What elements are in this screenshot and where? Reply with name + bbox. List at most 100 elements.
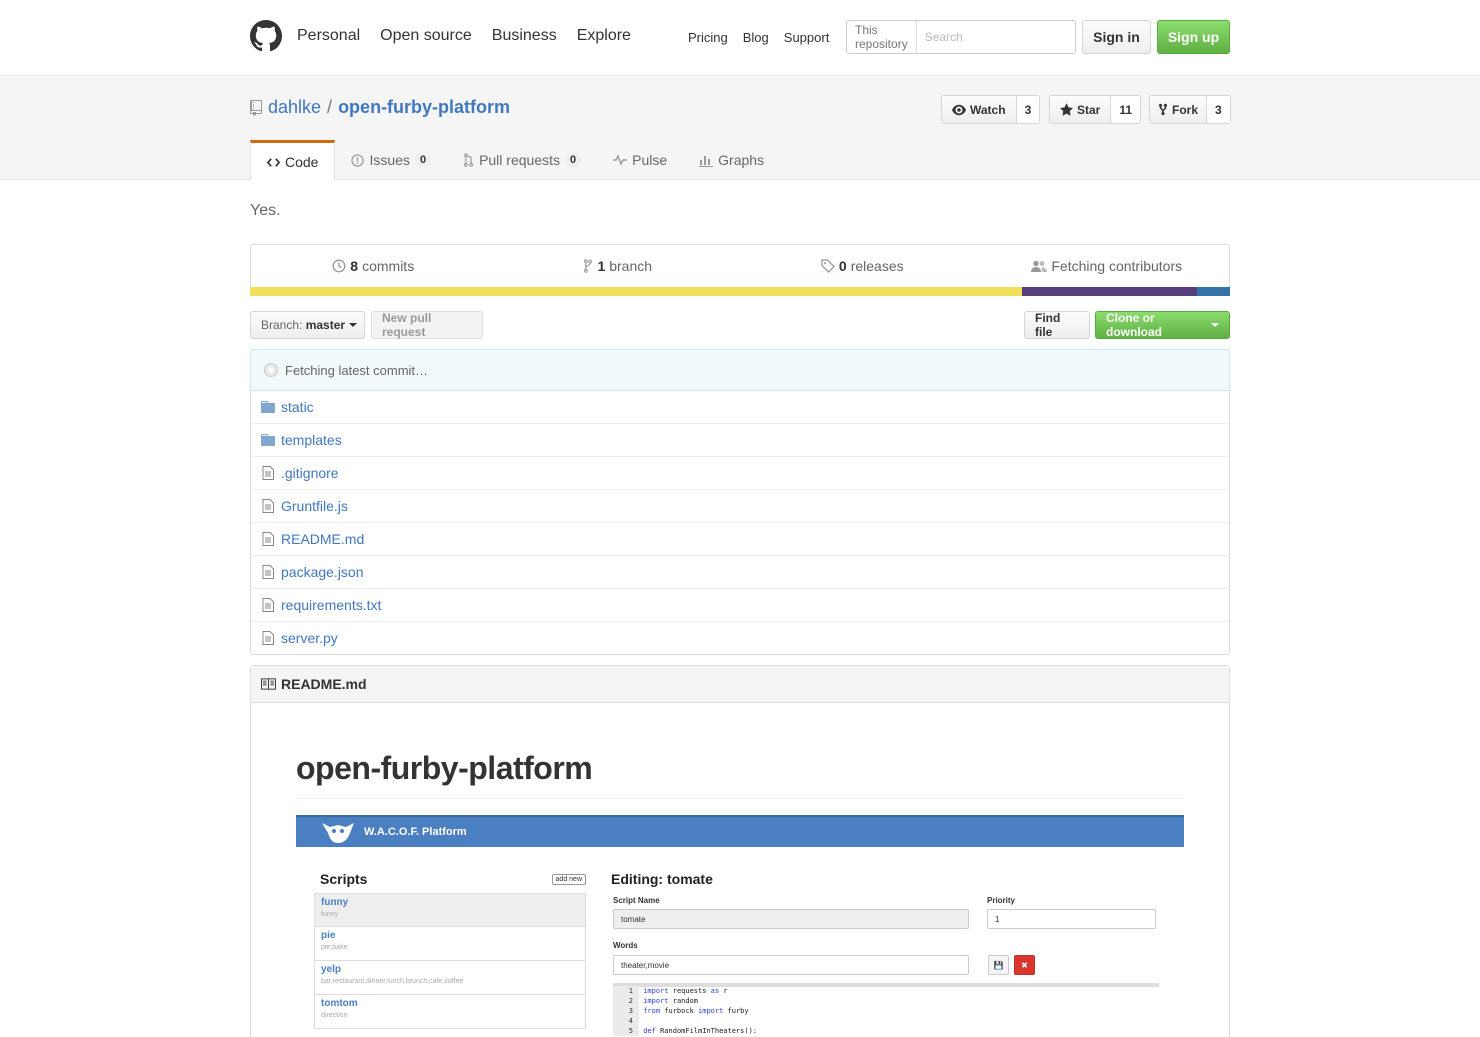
branches-link[interactable]: 1 branch — [496, 245, 741, 287]
tab-code[interactable]: Code — [250, 140, 336, 181]
clone-download-button[interactable]: Clone or download — [1095, 311, 1230, 339]
book-icon — [261, 678, 276, 690]
releases-link[interactable]: 0 releases — [740, 245, 985, 287]
star-widget: Star 11 — [1049, 95, 1142, 124]
nav-business[interactable]: Business — [492, 27, 557, 45]
tab-graphs-label: Graphs — [718, 152, 765, 168]
issue-icon — [351, 153, 365, 167]
file-link[interactable]: README.md — [281, 531, 364, 547]
file-link[interactable]: .gitignore — [281, 465, 339, 481]
language-segment[interactable] — [1022, 287, 1197, 296]
file-row: static — [251, 390, 1229, 423]
secondary-nav: Pricing Blog Support — [688, 30, 829, 45]
latest-commit-bar: Fetching latest commit… — [250, 349, 1230, 391]
eye-icon — [952, 104, 966, 115]
fork-icon — [1158, 103, 1168, 116]
folder-icon — [261, 400, 275, 413]
file-row: Gruntfile.js — [251, 489, 1229, 522]
screenshot-code-line: 5 def RandomFilmInTheaters(): — [613, 1026, 1159, 1036]
graph-icon — [699, 155, 714, 167]
screenshot-add-new-button: add new — [551, 873, 586, 885]
screenshot-code-line: 1 import requests as r — [613, 986, 1159, 996]
releases-label: releases — [850, 258, 904, 274]
readme-box: README.md open-furby-platform W.A.C.O.F.… — [250, 665, 1230, 1037]
nav-open-source[interactable]: Open source — [380, 27, 472, 45]
tab-pull-requests[interactable]: Pull requests 0 — [447, 140, 597, 180]
file-icon — [262, 565, 274, 579]
repo-description: Yes. — [250, 202, 281, 219]
fork-label: Fork — [1172, 102, 1199, 117]
file-link[interactable]: static — [281, 399, 314, 415]
nav-explore[interactable]: Explore — [577, 27, 631, 45]
contributors-label: Fetching contributors — [1051, 258, 1183, 274]
branches-label: branch — [609, 258, 653, 274]
nav-personal[interactable]: Personal — [297, 27, 360, 45]
language-bar[interactable] — [250, 287, 1230, 296]
file-link[interactable]: package.json — [281, 564, 364, 580]
star-button[interactable]: Star — [1050, 96, 1112, 123]
nav-pricing[interactable]: Pricing — [688, 30, 728, 45]
branch-select-button[interactable]: Branch: master — [250, 311, 365, 339]
file-row: package.json — [251, 555, 1229, 588]
file-link[interactable]: server.py — [281, 630, 338, 646]
tab-graphs[interactable]: Graphs — [683, 140, 780, 180]
site-header: Personal Open source Business Explore Pr… — [0, 0, 1480, 76]
screenshot-line-number: 3 — [613, 1006, 639, 1016]
search-input[interactable] — [916, 21, 1088, 53]
nav-blog[interactable]: Blog — [743, 30, 769, 45]
screenshot-code-token: r — [719, 987, 728, 995]
contributors-link[interactable]: Fetching contributors — [985, 245, 1230, 287]
tab-issues-label: Issues — [369, 152, 410, 168]
repo-owner-link[interactable]: dahlke — [268, 97, 321, 118]
fork-button[interactable]: Fork — [1150, 96, 1208, 123]
sign-up-button[interactable]: Sign up — [1157, 20, 1230, 54]
repo-icon — [250, 99, 262, 116]
new-pull-request-button[interactable]: New pull request — [371, 311, 483, 339]
screenshot-priority-label: Priority — [987, 896, 1016, 905]
star-icon — [1060, 103, 1073, 116]
screenshot-script-title: pie — [321, 930, 336, 941]
screenshot-editor-panel: Editing: tomate Script Name tomate Prior… — [611, 871, 1171, 1036]
screenshot-script-sub: funny — [321, 911, 339, 918]
readme-filename: README.md — [281, 676, 367, 692]
nav-support[interactable]: Support — [784, 30, 830, 45]
screenshot-script-item: yelp bar,restaurant,dinner,lunch,brunch,c… — [314, 961, 586, 995]
screenshot-code-token: import — [698, 1007, 724, 1015]
screenshot-line-number: 1 — [613, 986, 639, 996]
github-logo-icon[interactable] — [250, 20, 282, 52]
screenshot-code-token: furby — [723, 1007, 749, 1015]
repo-tabs: Code Issues 0 Pull requests 0 Pulse Grap… — [250, 140, 780, 181]
screenshot-code-editor: 1 import requests as r2 import random 3 f… — [613, 986, 1159, 1036]
file-icon — [262, 631, 274, 645]
file-row: templates — [251, 423, 1229, 456]
search-scope[interactable]: This repository — [847, 21, 917, 53]
watch-count[interactable]: 3 — [1016, 96, 1040, 123]
pulse-icon — [613, 155, 628, 165]
language-segment[interactable] — [1196, 287, 1230, 296]
screenshot-line-number: 4 — [613, 1016, 639, 1026]
language-segment[interactable] — [250, 287, 1023, 296]
code-icon — [267, 157, 280, 167]
fork-count[interactable]: 3 — [1207, 96, 1230, 123]
tab-code-label: Code — [285, 154, 319, 170]
latest-commit-text: Fetching latest commit… — [285, 362, 429, 378]
file-row: server.py — [251, 621, 1229, 654]
tab-pulse[interactable]: Pulse — [597, 140, 683, 180]
star-count[interactable]: 11 — [1111, 96, 1141, 123]
screenshot-priority-field: 1 — [987, 909, 1156, 929]
issues-counter: 0 — [414, 153, 432, 167]
screenshot-code-line: 2 import random — [613, 996, 1159, 1006]
file-row: README.md — [251, 522, 1229, 555]
find-file-button[interactable]: Find file — [1024, 311, 1090, 339]
file-link[interactable]: requirements.txt — [281, 597, 381, 613]
commits-link[interactable]: 8 commits — [251, 245, 496, 287]
file-link[interactable]: Gruntfile.js — [281, 498, 348, 514]
file-link[interactable]: templates — [281, 432, 342, 448]
watch-button[interactable]: Watch — [942, 96, 1017, 123]
screenshot-code-token: requests — [668, 987, 711, 995]
repo-name-link[interactable]: open-furby-platform — [338, 97, 510, 118]
tab-issues[interactable]: Issues 0 — [335, 140, 447, 180]
heading-divider — [296, 798, 1184, 799]
sign-in-button[interactable]: Sign in — [1082, 20, 1151, 54]
screenshot-code-token: furbock — [660, 1007, 699, 1015]
